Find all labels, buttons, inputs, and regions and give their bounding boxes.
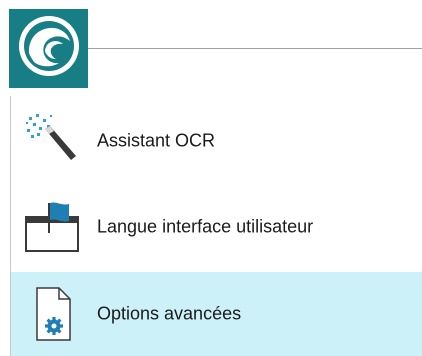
app-logo-icon bbox=[16, 13, 82, 84]
menu-item-label: Assistant OCR bbox=[97, 130, 216, 151]
menu-item-label: Options avancées bbox=[97, 303, 242, 324]
menu-item-assistant-ocr[interactable]: Assistant OCR bbox=[11, 98, 422, 184]
settings-document-icon bbox=[23, 284, 83, 344]
magic-wand-icon bbox=[23, 111, 83, 171]
app-menu-button[interactable] bbox=[9, 9, 88, 88]
menu-item-label: Langue interface utilisateur bbox=[97, 216, 314, 237]
app-window: Assistant OCR Langue interface utilisate… bbox=[0, 0, 422, 356]
flag-window-icon bbox=[23, 197, 83, 257]
header-divider bbox=[88, 48, 422, 49]
menu-item-options-avancees[interactable]: Options avancées bbox=[11, 272, 422, 356]
header-bar bbox=[0, 0, 422, 96]
menu-item-langue-interface[interactable]: Langue interface utilisateur bbox=[11, 184, 422, 270]
app-menu-panel: Assistant OCR Langue interface utilisate… bbox=[10, 96, 422, 356]
